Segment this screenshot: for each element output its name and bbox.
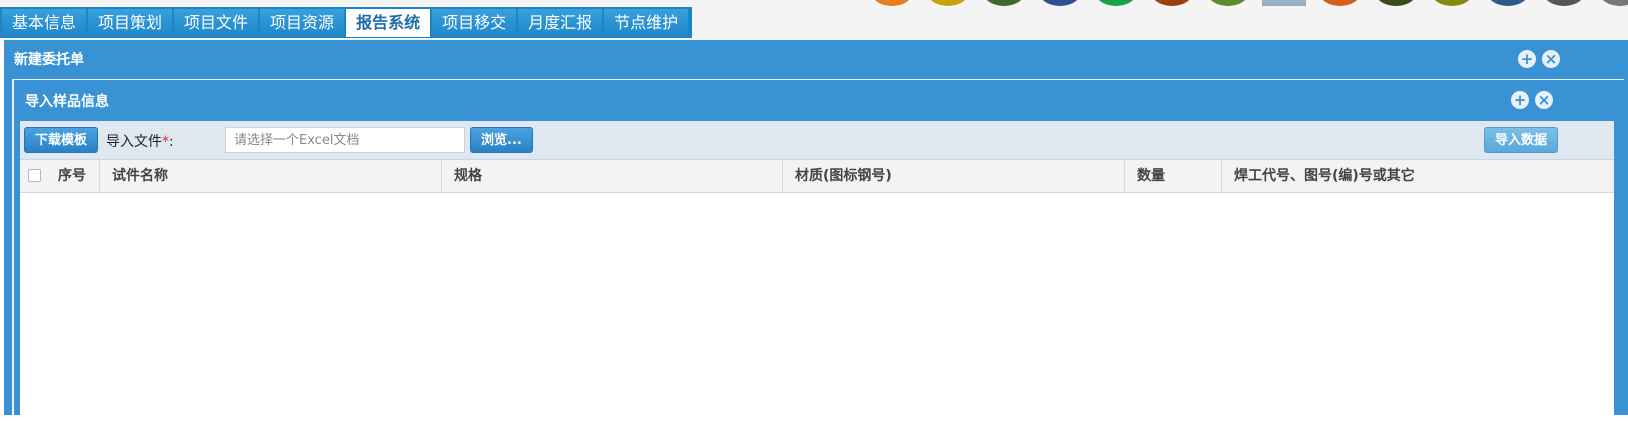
grid-body xyxy=(20,193,1614,421)
column-header-index[interactable]: 序号 xyxy=(20,160,100,192)
import-sample-panel: 导入样品信息 + × 下载模板 导入文件*: 浏览... 导入数据 序号 试件名… xyxy=(12,79,1624,421)
inner-panel-title: 导入样品信息 xyxy=(25,94,109,110)
top-navigation: 基本信息 项目策划 项目文件 项目资源 报告系统 项目移交 月度汇报 节点维护 xyxy=(0,0,1628,40)
tab-project-resources[interactable]: 项目资源 xyxy=(260,9,345,37)
theme-color-swatch[interactable] xyxy=(982,0,1026,6)
column-header-specimen-name[interactable]: 试件名称 xyxy=(100,160,442,192)
tab-monthly-report[interactable]: 月度汇报 xyxy=(518,9,603,37)
add-icon[interactable]: + xyxy=(1511,91,1529,109)
tab-project-planning[interactable]: 项目策划 xyxy=(88,9,173,37)
panel-title: 新建委托单 xyxy=(14,52,84,68)
theme-color-swatch[interactable] xyxy=(1038,0,1082,6)
panel-content: 下载模板 导入文件*: 浏览... 导入数据 序号 试件名称 规格 材质(图标钢… xyxy=(20,121,1614,421)
select-all-checkbox[interactable] xyxy=(28,169,41,182)
import-toolbar: 下载模板 导入文件*: 浏览... 导入数据 xyxy=(20,121,1614,160)
theme-color-swatch[interactable] xyxy=(1262,0,1306,6)
theme-color-swatch[interactable] xyxy=(926,0,970,6)
download-template-button[interactable]: 下载模板 xyxy=(24,127,99,153)
theme-color-swatch[interactable] xyxy=(1206,0,1250,6)
theme-color-swatches xyxy=(870,0,1628,6)
close-icon[interactable]: × xyxy=(1535,91,1553,109)
required-mark: * xyxy=(162,134,169,150)
tab-basic-info[interactable]: 基本信息 xyxy=(2,9,87,37)
theme-color-swatch[interactable] xyxy=(1430,0,1474,6)
theme-color-swatch[interactable] xyxy=(1486,0,1530,6)
file-path-input[interactable] xyxy=(225,127,465,153)
tab-report-system[interactable]: 报告系统 xyxy=(346,9,431,37)
browse-button[interactable]: 浏览... xyxy=(470,127,533,153)
column-header-specification[interactable]: 规格 xyxy=(442,160,783,192)
tab-project-files[interactable]: 项目文件 xyxy=(174,9,259,37)
theme-color-swatch[interactable] xyxy=(1542,0,1586,6)
theme-color-swatch[interactable] xyxy=(1318,0,1362,6)
close-icon[interactable]: × xyxy=(1542,50,1560,68)
column-header-material[interactable]: 材质(图标钢号) xyxy=(783,160,1125,192)
theme-color-swatch[interactable] xyxy=(1094,0,1138,6)
column-header-quantity[interactable]: 数量 xyxy=(1125,160,1222,192)
theme-color-swatch[interactable] xyxy=(1598,0,1628,6)
theme-color-swatch[interactable] xyxy=(870,0,914,6)
import-file-label: 导入文件*: xyxy=(106,131,174,151)
import-data-button[interactable]: 导入数据 xyxy=(1484,127,1559,153)
column-header-welder-code[interactable]: 焊工代号、图号(编)号或其它 xyxy=(1222,160,1614,192)
grid-header: 序号 试件名称 规格 材质(图标钢号) 数量 焊工代号、图号(编)号或其它 xyxy=(20,160,1614,193)
column-header-index-label: 序号 xyxy=(58,168,86,184)
module-tabs: 基本信息 项目策划 项目文件 项目资源 报告系统 项目移交 月度汇报 节点维护 xyxy=(0,7,693,38)
import-file-label-text: 导入文件 xyxy=(106,134,162,150)
tab-node-maintenance[interactable]: 节点维护 xyxy=(604,9,689,37)
label-colon: : xyxy=(169,134,174,150)
tab-project-handover[interactable]: 项目移交 xyxy=(432,9,517,37)
add-icon[interactable]: + xyxy=(1518,50,1536,68)
theme-color-swatch[interactable] xyxy=(1374,0,1418,6)
new-commission-panel: 新建委托单 + × 导入样品信息 + × 下载模板 导入文件*: 浏览... 导… xyxy=(4,40,1628,421)
theme-color-swatch[interactable] xyxy=(1150,0,1194,6)
